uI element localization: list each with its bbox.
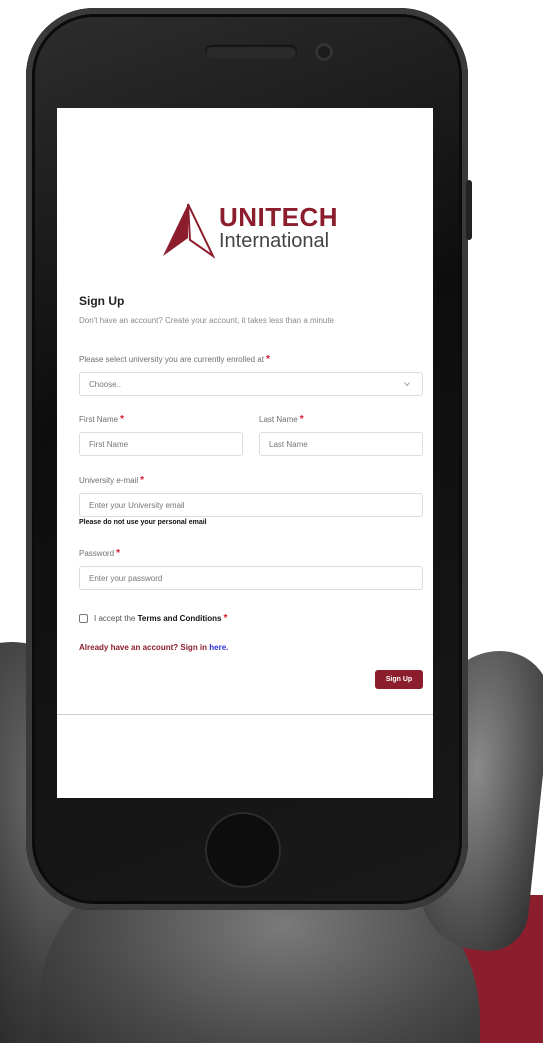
email-warning: Please do not use your personal email xyxy=(79,519,207,526)
signin-link[interactable]: here. xyxy=(209,643,228,652)
last-name-input[interactable]: Last Name xyxy=(259,432,423,456)
terms-label: I accept the Terms and Conditions * xyxy=(94,613,227,624)
required-mark: * xyxy=(299,414,304,425)
email-label: University e-mail * xyxy=(79,475,144,486)
first-name-placeholder: First Name xyxy=(89,439,129,449)
password-label-text: Password xyxy=(79,549,115,558)
required-mark: * xyxy=(140,475,145,486)
university-label-text: Please select university you are current… xyxy=(79,355,264,364)
required-mark: * xyxy=(223,613,228,624)
phone-camera xyxy=(315,43,333,61)
first-name-label-text: First Name xyxy=(79,415,119,424)
last-name-placeholder: Last Name xyxy=(269,439,308,449)
page-subtitle: Don't have an account? Create your accou… xyxy=(79,316,335,325)
phone-home-button xyxy=(205,812,281,888)
email-placeholder: Enter your University email xyxy=(89,500,185,510)
page-title: Sign Up xyxy=(79,294,125,308)
password-placeholder: Enter your password xyxy=(89,573,163,583)
required-mark: * xyxy=(116,548,121,559)
university-label: Please select university you are current… xyxy=(79,354,270,365)
unitech-logo: UNITECH International xyxy=(161,200,351,260)
screen-divider xyxy=(57,714,433,715)
signin-prompt: Already have an account? Sign in here. xyxy=(79,643,228,652)
password-input[interactable]: Enter your password xyxy=(79,566,423,590)
terms-checkbox[interactable] xyxy=(79,614,88,623)
email-input[interactable]: Enter your University email xyxy=(79,493,423,517)
logo-triangle-icon xyxy=(163,203,215,259)
logo-line-2: International xyxy=(219,230,330,252)
university-select[interactable]: Choose.. xyxy=(79,372,423,396)
chevron-down-icon xyxy=(404,382,410,387)
last-name-label: Last Name * xyxy=(259,414,304,425)
terms-link[interactable]: Terms and Conditions xyxy=(138,614,222,623)
first-name-input[interactable]: First Name xyxy=(79,432,243,456)
signup-button[interactable]: Sign Up xyxy=(375,670,423,689)
password-label: Password * xyxy=(79,548,120,559)
phone-screen: UNITECH International Sign Up Don't have… xyxy=(57,108,433,798)
required-mark: * xyxy=(265,354,270,365)
phone-side-button xyxy=(466,180,472,240)
terms-prefix: I accept the xyxy=(94,614,136,623)
required-mark: * xyxy=(120,414,125,425)
signin-prefix: Already have an account? Sign in xyxy=(79,643,208,652)
logo-line-1: UNITECH xyxy=(219,202,339,232)
last-name-label-text: Last Name xyxy=(259,415,298,424)
first-name-label: First Name * xyxy=(79,414,124,425)
email-label-text: University e-mail xyxy=(79,476,139,485)
university-select-value: Choose.. xyxy=(89,379,122,389)
phone-speaker xyxy=(205,45,297,59)
photo-scene: UNITECH International Sign Up Don't have… xyxy=(0,0,543,1043)
